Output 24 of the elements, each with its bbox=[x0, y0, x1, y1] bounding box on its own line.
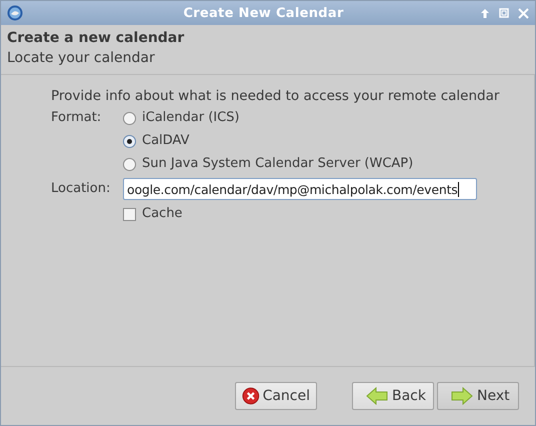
checkbox-label[interactable]: Cache bbox=[142, 204, 182, 224]
page-subtitle: Locate your calendar bbox=[7, 49, 156, 68]
format-label: Format: bbox=[51, 109, 102, 127]
cancel-icon bbox=[242, 386, 260, 406]
back-button[interactable]: Back bbox=[352, 382, 434, 410]
intro-text: Provide info about what is needed to access your remote calendar bbox=[51, 87, 500, 106]
arrow-right-icon bbox=[451, 387, 473, 405]
location-field[interactable]: oogle.com/calendar/dav/mp@michalpolak.com/events bbox=[123, 178, 477, 200]
arrow-up-icon[interactable] bbox=[480, 8, 490, 18]
radio-button[interactable] bbox=[123, 134, 136, 148]
checkbox[interactable] bbox=[123, 208, 136, 220]
maximize-icon[interactable] bbox=[499, 8, 509, 18]
radio-button[interactable] bbox=[123, 158, 136, 170]
arrow-left-icon bbox=[366, 387, 388, 405]
window-title: Create New Calendar bbox=[182, 6, 345, 20]
radio-label[interactable]: Sun Java System Calendar Server (WCAP) bbox=[142, 154, 414, 174]
next-button[interactable]: Next bbox=[437, 382, 519, 410]
radio-button[interactable] bbox=[123, 112, 136, 124]
cancel-button[interactable]: Cancel bbox=[235, 382, 317, 410]
close-icon[interactable] bbox=[518, 8, 529, 18]
page-heading: Create a new calendar bbox=[7, 29, 186, 48]
location-label: Location: bbox=[51, 180, 112, 198]
radio-label[interactable]: iCalendar (ICS) bbox=[142, 108, 240, 128]
radio-label[interactable]: CalDAV bbox=[142, 131, 190, 151]
